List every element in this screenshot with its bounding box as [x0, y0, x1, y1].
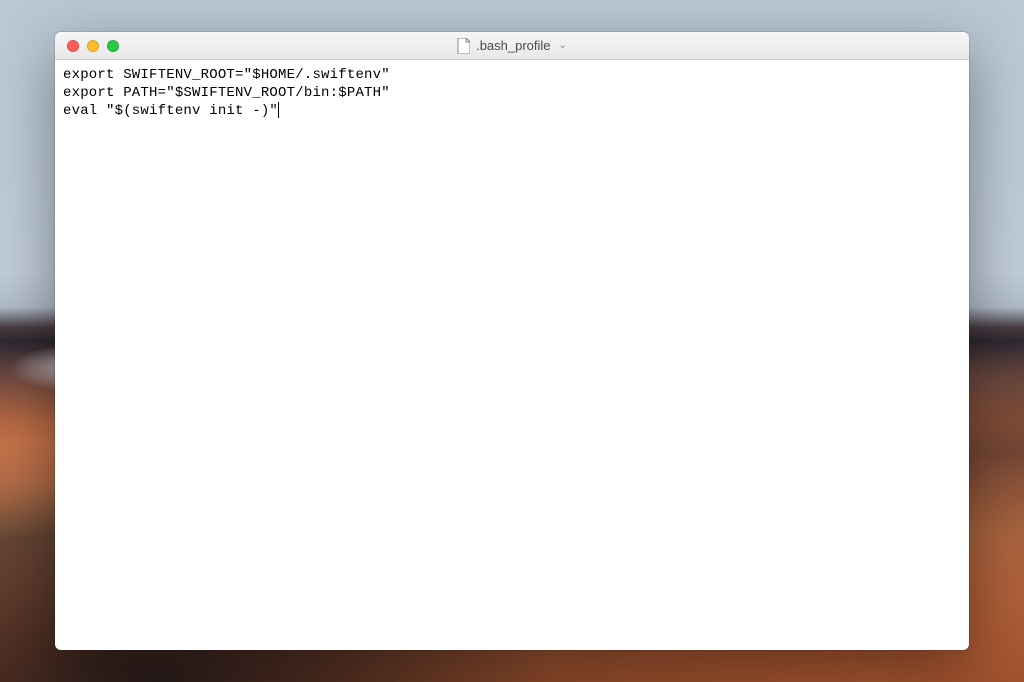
window-title: .bash_profile: [476, 38, 550, 53]
close-button[interactable]: [67, 40, 79, 52]
window-title-group[interactable]: .bash_profile ⌄: [457, 38, 567, 54]
text-cursor: [278, 102, 279, 118]
window-titlebar[interactable]: .bash_profile ⌄: [55, 32, 969, 60]
chevron-down-icon: ⌄: [559, 40, 567, 51]
code-line-2: export PATH="$SWIFTENV_ROOT/bin:$PATH": [63, 85, 390, 101]
document-icon: [457, 38, 470, 54]
minimize-button[interactable]: [87, 40, 99, 52]
traffic-lights: [55, 40, 119, 52]
text-editor-window: .bash_profile ⌄ export SWIFTENV_ROOT="$H…: [55, 32, 969, 650]
maximize-button[interactable]: [107, 40, 119, 52]
code-line-3: eval "$(swiftenv init -)": [63, 103, 278, 119]
code-line-1: export SWIFTENV_ROOT="$HOME/.swiftenv": [63, 67, 390, 83]
editor-textarea[interactable]: export SWIFTENV_ROOT="$HOME/.swiftenv" e…: [55, 60, 969, 650]
